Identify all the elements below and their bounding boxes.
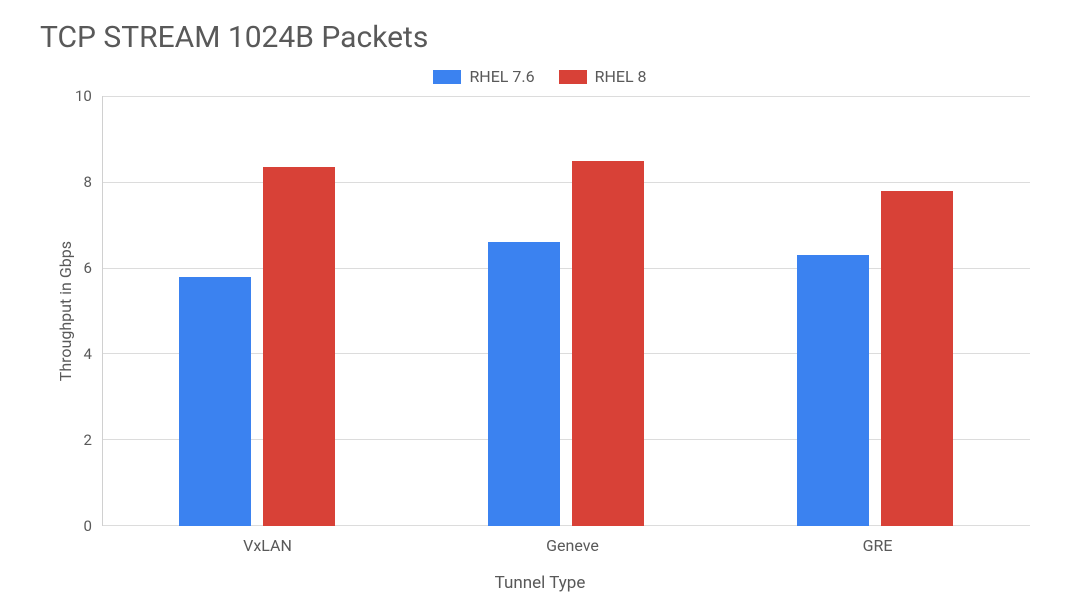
plot (102, 96, 1030, 526)
bar-group-gre (721, 96, 1030, 526)
legend-item-series-1: RHEL 8 (559, 67, 647, 86)
bars (103, 96, 1030, 526)
legend-swatch-1 (559, 70, 587, 84)
x-axis-label: Tunnel Type (30, 573, 1050, 593)
chart-plot-area: Throughput in Gbps 10 8 6 4 2 0 (50, 96, 1030, 526)
x-axis-ticks: VxLAN Geneve GRE (115, 536, 1030, 555)
y-axis-ticks: 10 8 6 4 2 0 (75, 96, 102, 526)
legend-label-1: RHEL 8 (595, 67, 647, 86)
bar-series1-cat1 (572, 161, 644, 527)
bar-series0-cat1 (488, 242, 560, 526)
y-axis-label: Throughput in Gbps (50, 241, 75, 381)
x-tick: GRE (725, 536, 1030, 555)
bar-series1-cat2 (881, 191, 953, 526)
legend: RHEL 7.6 RHEL 8 (30, 67, 1050, 86)
bar-series0-cat0 (179, 277, 251, 526)
bar-group-geneve (412, 96, 721, 526)
x-tick: VxLAN (115, 536, 420, 555)
chart-title: TCP STREAM 1024B Packets (40, 20, 1050, 55)
legend-item-series-0: RHEL 7.6 (433, 67, 534, 86)
legend-swatch-0 (433, 70, 461, 84)
bar-series1-cat0 (263, 167, 335, 526)
bar-series0-cat2 (797, 255, 869, 526)
legend-label-0: RHEL 7.6 (469, 67, 534, 86)
bar-group-vxlan (103, 96, 412, 526)
x-tick: Geneve (420, 536, 725, 555)
